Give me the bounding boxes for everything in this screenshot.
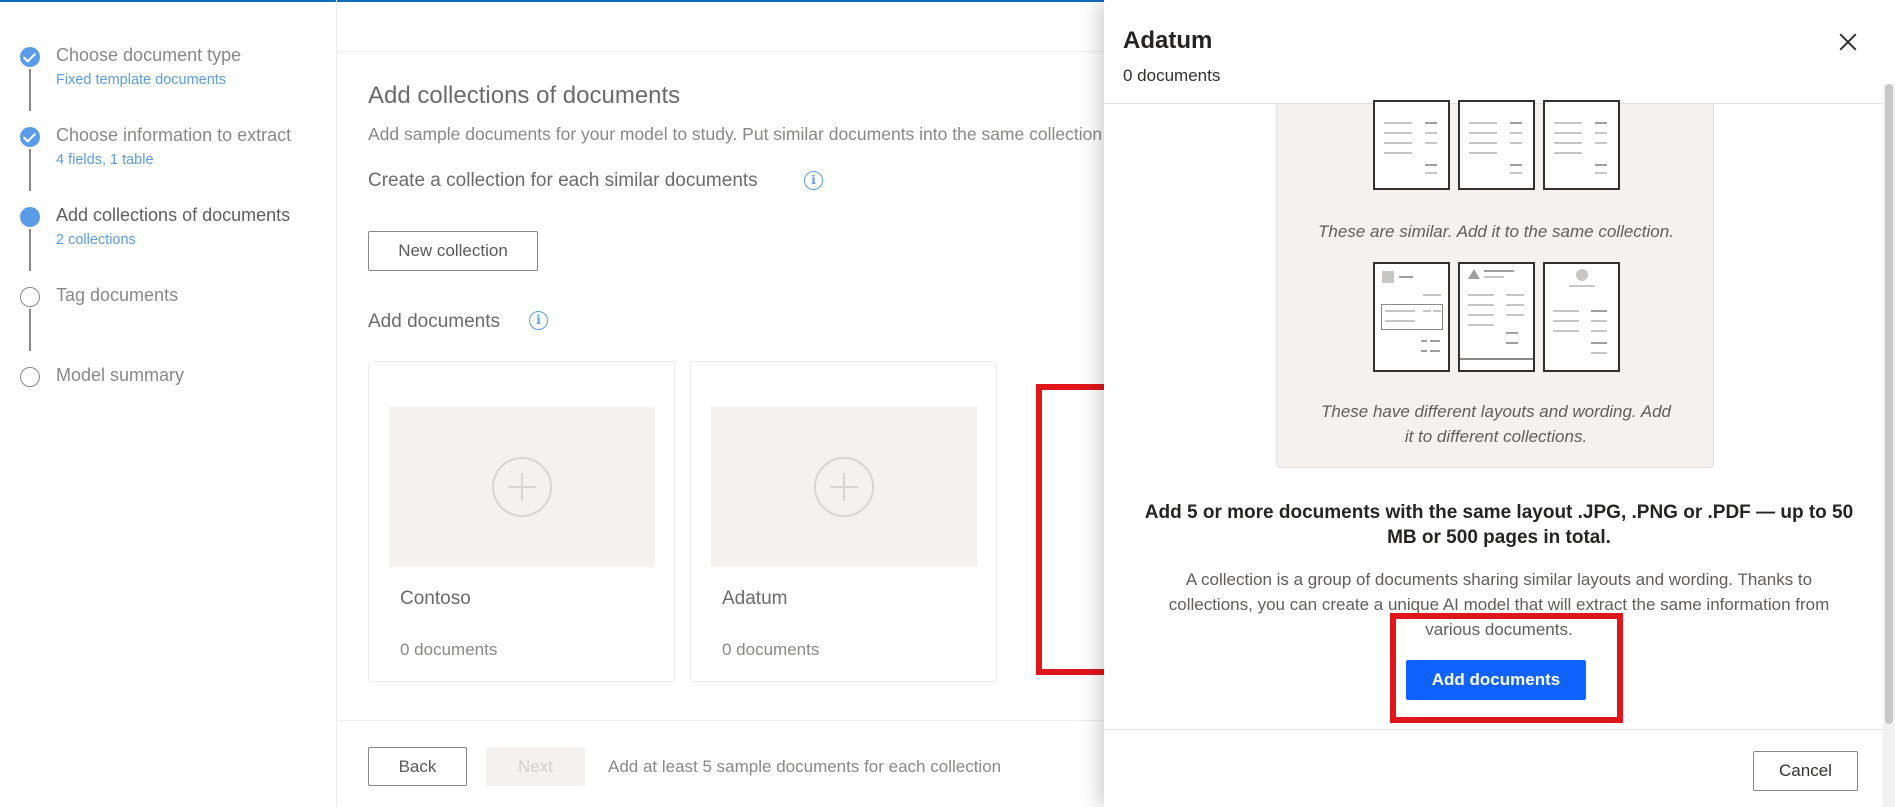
step-connector [29, 69, 31, 111]
page-title: Add collections of documents [368, 82, 681, 109]
panel-scrollbar[interactable] [1883, 84, 1895, 807]
step-connector [29, 309, 31, 351]
document-illustration [1373, 262, 1450, 372]
collection-count: 0 documents [400, 640, 498, 659]
step-connector [29, 149, 31, 191]
step-title: Choose document type [56, 45, 242, 65]
panel-heading: Add 5 or more documents with the same la… [1134, 500, 1864, 550]
step-title: Tag documents [56, 285, 179, 305]
panel-heading-line1: Add 5 or more documents with the same la… [1144, 502, 1854, 523]
empty-step-circle-icon [20, 287, 40, 307]
current-step-dot-icon [20, 207, 40, 227]
step-subtitle[interactable]: Fixed template documents [56, 72, 226, 88]
step-subtitle[interactable]: 2 collections [56, 232, 136, 248]
document-illustration [1543, 262, 1620, 372]
collection-side-panel: Adatum 0 documents These are similar. Ad… [1104, 0, 1895, 807]
panel-subtitle: 0 documents [1123, 66, 1221, 85]
empty-step-circle-icon [20, 367, 40, 387]
panel-title: Adatum [1123, 27, 1213, 54]
step-connector [29, 229, 31, 271]
step-subtitle[interactable]: 4 fields, 1 table [56, 152, 154, 168]
new-collection-button[interactable]: New collection [368, 231, 538, 271]
step-title: Choose information to extract [56, 125, 292, 145]
step-title: Model summary [56, 365, 185, 385]
cancel-button[interactable]: Cancel [1753, 751, 1858, 791]
collection-illustration: These are similar. Add it to the same co… [1276, 100, 1714, 468]
collection-heading: Create a collection for each similar doc… [368, 170, 758, 191]
check-icon [20, 47, 40, 67]
page-description: Add sample documents for your model to s… [368, 124, 1103, 144]
scrollbar-thumb[interactable] [1885, 84, 1893, 724]
collection-name: Adatum [722, 588, 788, 609]
step-title: Add collections of documents [56, 205, 291, 225]
different-caption-line1: These have different layouts and wording… [1321, 402, 1671, 421]
document-illustration [1458, 100, 1535, 190]
highlight-box [1390, 613, 1623, 723]
panel-description-line1: A collection is a group of documents sha… [1185, 570, 1813, 589]
plus-circle-icon[interactable] [814, 457, 874, 517]
footer-hint: Add at least 5 sample documents for each… [608, 757, 1002, 776]
info-icon[interactable]: i [529, 311, 548, 330]
document-illustration [1543, 100, 1620, 190]
close-icon[interactable] [1836, 30, 1860, 54]
similar-caption: These are similar. Add it to the same co… [1318, 222, 1674, 241]
collection-card-adatum[interactable]: Adatum 0 documents [690, 361, 997, 682]
card-thumbnail[interactable] [711, 407, 977, 567]
collection-count: 0 documents [722, 640, 820, 659]
plus-circle-icon[interactable] [492, 457, 552, 517]
next-button[interactable]: Next [486, 747, 585, 786]
divider [1104, 729, 1883, 730]
panel-heading-line2: MB or 500 pages in total. [1387, 527, 1611, 548]
check-icon [20, 127, 40, 147]
wizard-stepper: Choose document type Fixed template docu… [0, 0, 337, 807]
collection-name: Contoso [400, 588, 471, 609]
document-illustration [1373, 100, 1450, 190]
collection-card-contoso[interactable]: Contoso 0 documents [368, 361, 675, 682]
card-thumbnail[interactable] [389, 407, 655, 567]
different-caption-line2: it to different collections. [1404, 427, 1588, 446]
info-icon[interactable]: i [804, 171, 823, 190]
back-button[interactable]: Back [368, 747, 467, 786]
add-documents-heading: Add documents [368, 311, 501, 332]
document-illustration [1458, 262, 1535, 372]
